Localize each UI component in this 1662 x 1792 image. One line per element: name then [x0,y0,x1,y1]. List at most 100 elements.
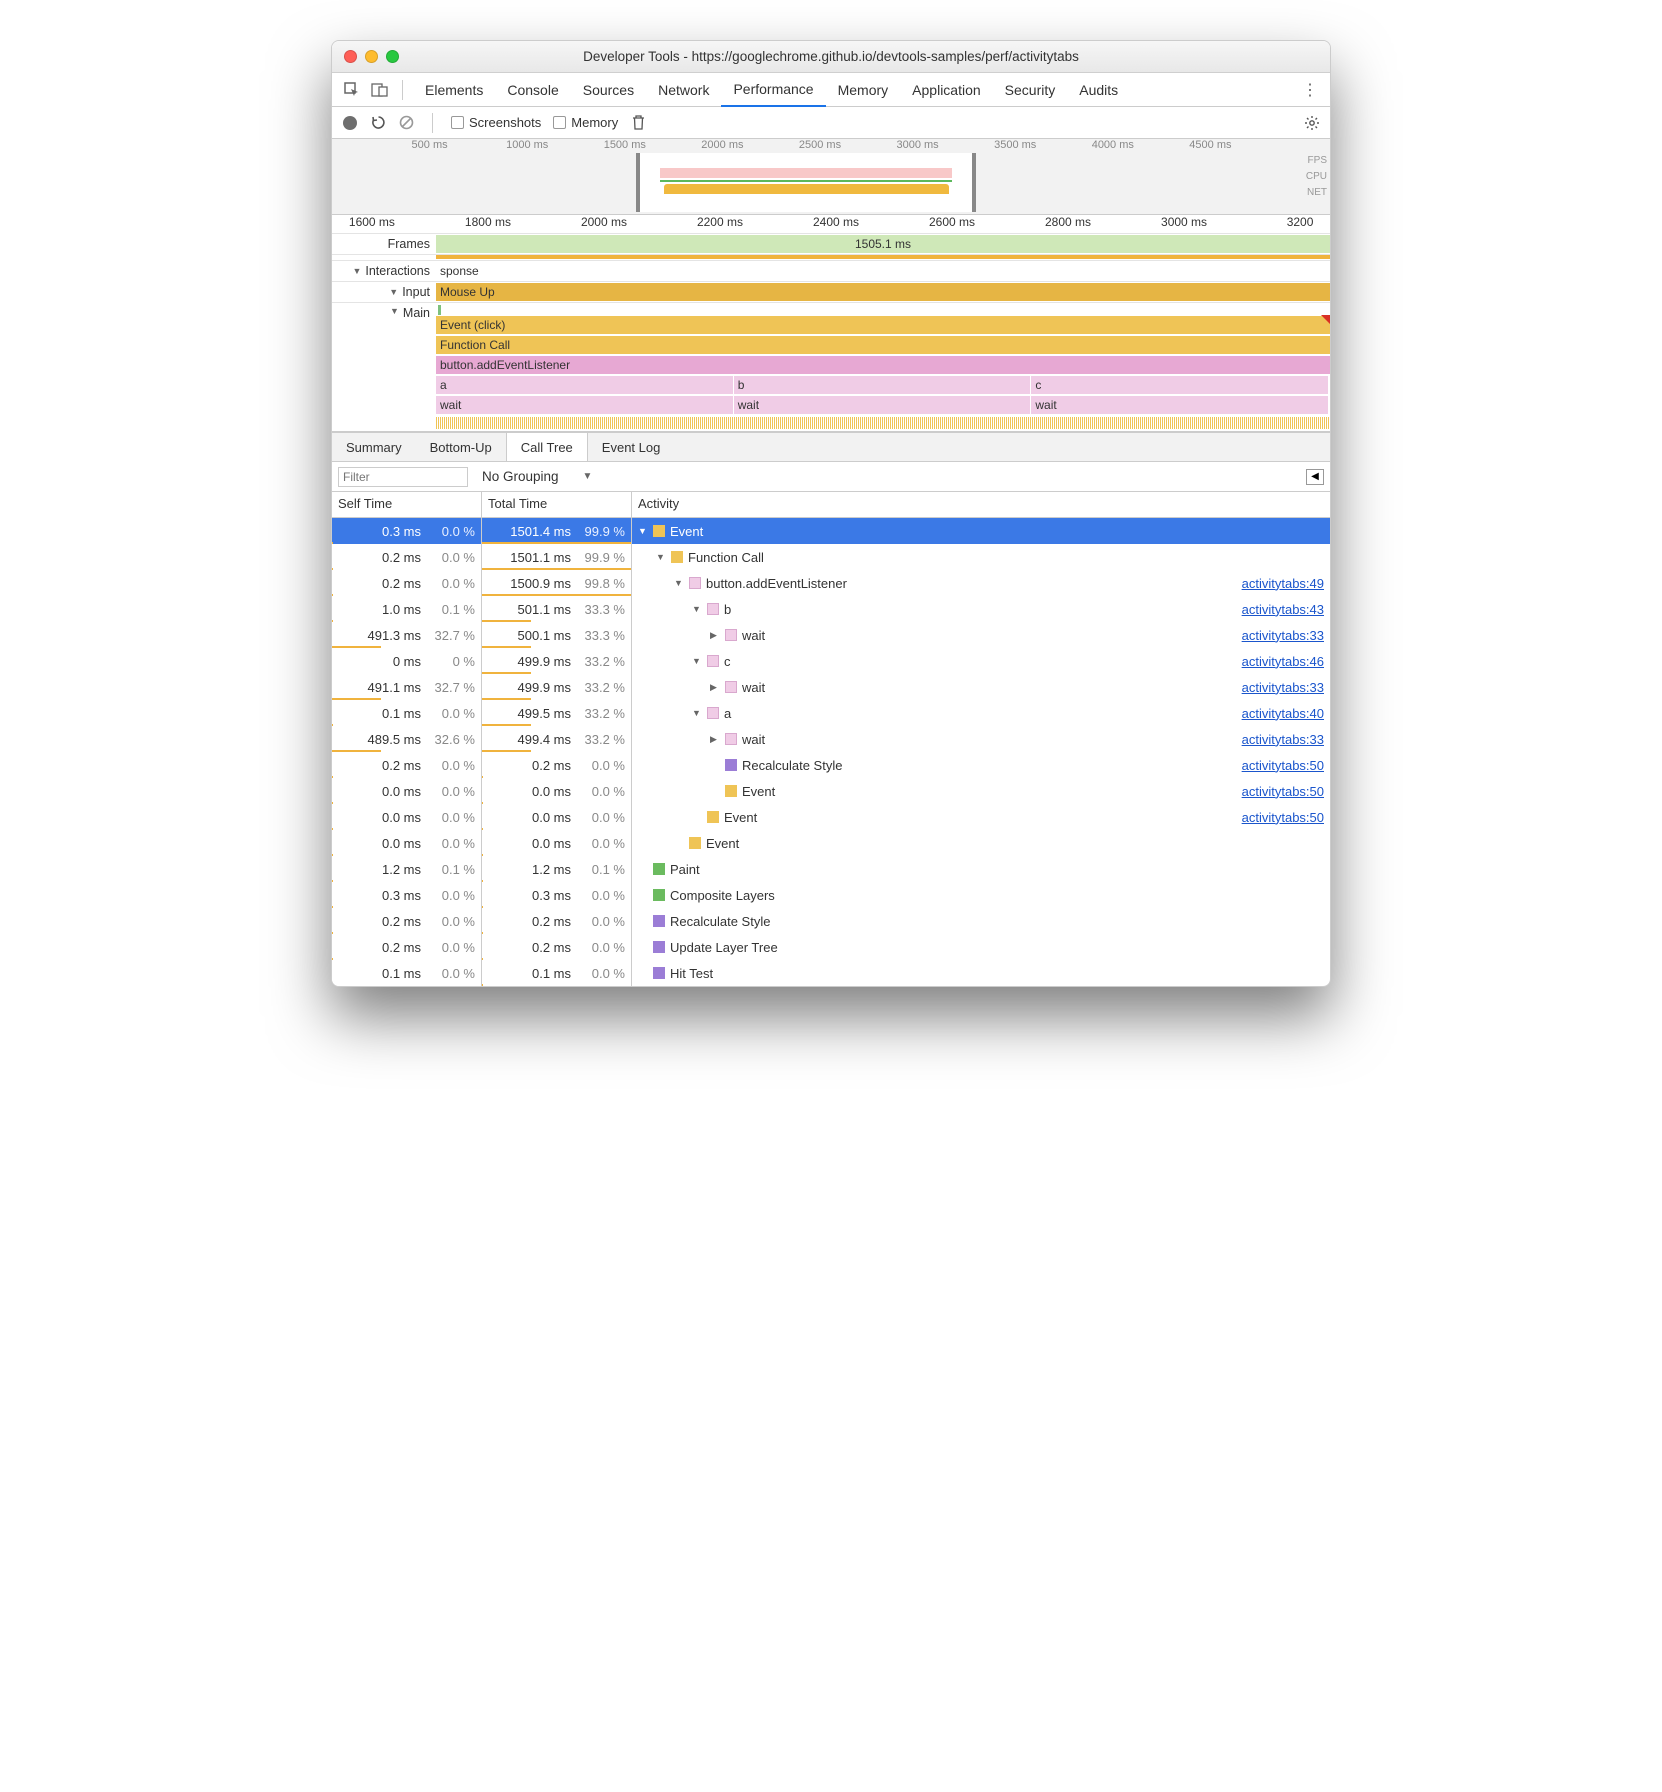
mouse-up-bar[interactable]: Mouse Up [436,283,1330,301]
filter-input[interactable] [338,467,468,487]
device-toggle-icon[interactable] [368,78,392,102]
details-tab-event-log[interactable]: Event Log [588,433,675,461]
zoom-window-button[interactable] [386,50,399,63]
table-row[interactable]: 0.1 ms0.0 %499.5 ms33.2 %▼aactivitytabs:… [332,700,1330,726]
table-row[interactable]: 0.3 ms0.0 %1501.4 ms99.9 %▼Event [332,518,1330,544]
record-button[interactable] [342,115,358,131]
activity-swatch-icon [653,967,665,979]
source-link[interactable]: activitytabs:49 [1242,576,1324,591]
close-window-button[interactable] [344,50,357,63]
perf-toolbar: Screenshots Memory [332,107,1330,139]
interactions-track: Interactions sponse [332,260,1330,281]
table-row[interactable]: 0.2 ms0.0 %0.2 ms0.0 %Recalculate Stylea… [332,752,1330,778]
table-row[interactable]: 0.2 ms0.0 %1501.1 ms99.9 %▼Function Call [332,544,1330,570]
flame-tick: 3000 ms [1161,215,1207,229]
col-total-time[interactable]: Total Time [482,492,632,517]
activity-name: Event [670,524,703,539]
source-link[interactable]: activitytabs:50 [1242,758,1324,773]
flame-tick: 2400 ms [813,215,859,229]
source-link[interactable]: activitytabs:43 [1242,602,1324,617]
inspect-icon[interactable] [340,78,364,102]
memory-checkbox[interactable]: Memory [553,115,618,130]
frames-track: Frames 1505.1 ms [332,233,1330,254]
table-row[interactable]: 0.0 ms0.0 %0.0 ms0.0 %Eventactivitytabs:… [332,778,1330,804]
clear-button[interactable] [398,115,414,131]
source-link[interactable]: activitytabs:40 [1242,706,1324,721]
activity-name: b [724,602,731,617]
details-tab-bottom-up[interactable]: Bottom-Up [416,433,506,461]
tab-network[interactable]: Network [646,73,721,107]
screenshots-checkbox[interactable]: Screenshots [451,115,541,130]
memory-label: Memory [571,115,618,130]
more-menu-icon[interactable]: ⋮ [1298,78,1322,102]
window-controls [332,50,399,63]
tab-console[interactable]: Console [495,73,570,107]
tab-memory[interactable]: Memory [826,73,901,107]
table-row[interactable]: 0.0 ms0.0 %0.0 ms0.0 %Event [332,830,1330,856]
tab-application[interactable]: Application [900,73,993,107]
grouping-select[interactable]: No Grouping▼ [482,469,592,484]
table-row[interactable]: 0 ms0 %499.9 ms33.2 %▼cactivitytabs:46 [332,648,1330,674]
activity-name: c [724,654,731,669]
overview-tick: 2000 ms [701,139,743,151]
col-self-time[interactable]: Self Time [332,492,482,517]
table-row[interactable]: 0.2 ms0.0 %0.2 ms0.0 %Recalculate Style [332,908,1330,934]
activity-name: Event [724,810,757,825]
frame-bar[interactable]: 1505.1 ms [436,235,1330,253]
details-tab-call-tree[interactable]: Call Tree [506,433,588,461]
activity-name: Update Layer Tree [670,940,778,955]
flame-tick: 3200 [1287,215,1314,229]
minimize-window-button[interactable] [365,50,378,63]
main-track: Main Event (click) Function Call button.… [332,302,1330,431]
settings-gear-icon[interactable] [1304,115,1320,131]
flame-tick: 1600 ms [349,215,395,229]
source-link[interactable]: activitytabs:33 [1242,628,1324,643]
table-row[interactable]: 0.2 ms0.0 %0.2 ms0.0 %Update Layer Tree [332,934,1330,960]
activity-swatch-icon [725,785,737,797]
table-row[interactable]: 491.3 ms32.7 %500.1 ms33.3 %▶waitactivit… [332,622,1330,648]
toggle-panel-icon[interactable]: ◀ [1306,469,1324,485]
tab-elements[interactable]: Elements [413,73,495,107]
call-tree-table[interactable]: 0.3 ms0.0 %1501.4 ms99.9 %▼Event0.2 ms0.… [332,518,1330,986]
table-row[interactable]: 1.0 ms0.1 %501.1 ms33.3 %▼bactivitytabs:… [332,596,1330,622]
source-link[interactable]: activitytabs:50 [1242,784,1324,799]
source-link[interactable]: activitytabs:50 [1242,810,1324,825]
separator [432,113,433,133]
table-row[interactable]: 0.0 ms0.0 %0.0 ms0.0 %Eventactivitytabs:… [332,804,1330,830]
activity-swatch-icon [707,655,719,667]
source-link[interactable]: activitytabs:33 [1242,680,1324,695]
event-bar[interactable]: Event (click) [436,316,1330,334]
flame-tick: 1800 ms [465,215,511,229]
activity-name: wait [742,732,765,747]
table-row[interactable]: 0.3 ms0.0 %0.3 ms0.0 %Composite Layers [332,882,1330,908]
details-tab-summary[interactable]: Summary [332,433,416,461]
flame-tick: 2000 ms [581,215,627,229]
overview-tick: 4500 ms [1189,139,1231,151]
overview-timeline[interactable]: 500 ms1000 ms1500 ms2000 ms2500 ms3000 m… [332,139,1330,215]
col-activity[interactable]: Activity [632,492,1330,517]
source-link[interactable]: activitytabs:46 [1242,654,1324,669]
trash-icon[interactable] [630,115,646,131]
listener-bar[interactable]: button.addEventListener [436,356,1330,374]
activity-swatch-icon [653,941,665,953]
table-row[interactable]: 1.2 ms0.1 %1.2 ms0.1 %Paint [332,856,1330,882]
tab-audits[interactable]: Audits [1067,73,1130,107]
tab-performance[interactable]: Performance [721,73,825,107]
table-row[interactable]: 0.1 ms0.0 %0.1 ms0.0 %Hit Test [332,960,1330,986]
tab-security[interactable]: Security [993,73,1068,107]
function-call-bar[interactable]: Function Call [436,336,1330,354]
table-row[interactable]: 491.1 ms32.7 %499.9 ms33.2 %▶waitactivit… [332,674,1330,700]
activity-name: Event [742,784,775,799]
activity-name: Event [706,836,739,851]
table-row[interactable]: 489.5 ms32.6 %499.4 ms33.2 %▶waitactivit… [332,726,1330,752]
overview-tick: 500 ms [412,139,448,151]
activity-swatch-icon [689,577,701,589]
activity-swatch-icon [725,759,737,771]
source-link[interactable]: activitytabs:33 [1242,732,1324,747]
details-tabs: SummaryBottom-UpCall TreeEvent Log [332,432,1330,462]
tab-sources[interactable]: Sources [571,73,646,107]
flame-chart[interactable]: 1600 ms1800 ms2000 ms2200 ms2400 ms2600 … [332,215,1330,432]
activity-name: Recalculate Style [670,914,770,929]
table-row[interactable]: 0.2 ms0.0 %1500.9 ms99.8 %▼button.addEve… [332,570,1330,596]
reload-button[interactable] [370,115,386,131]
